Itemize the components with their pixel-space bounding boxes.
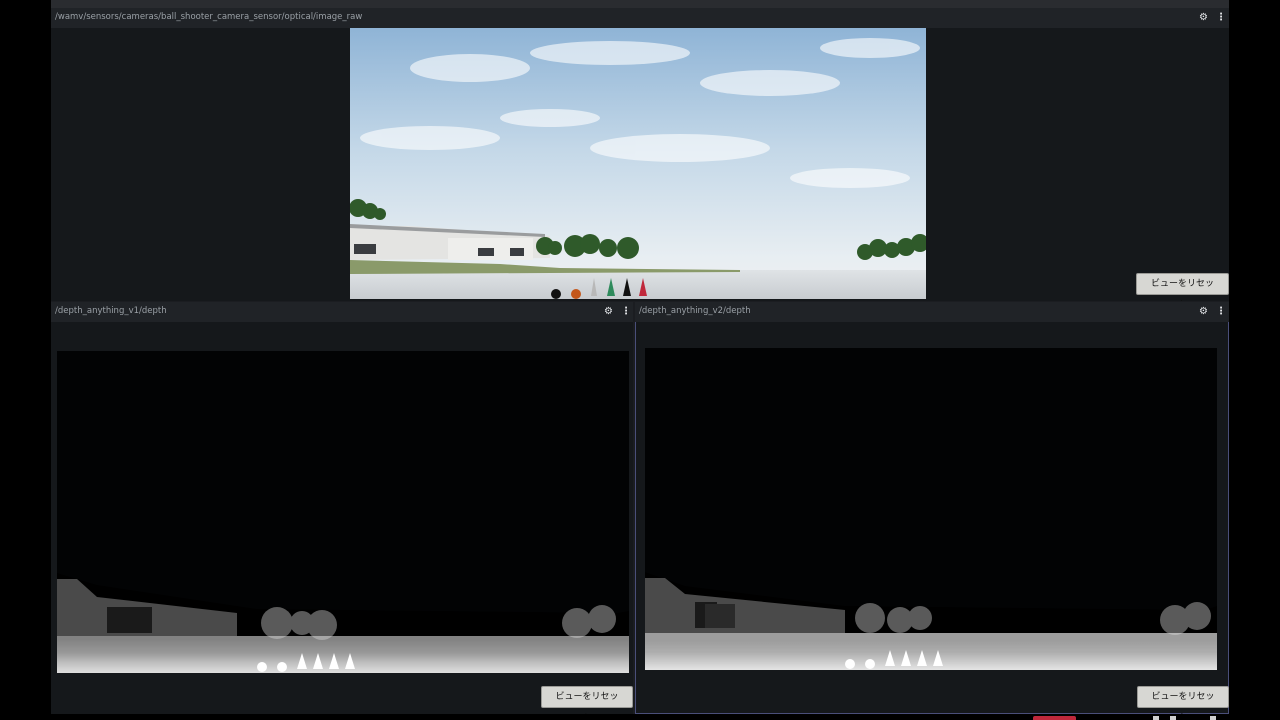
- panel-header: /depth_anything_v1/depth ⚙ ⋮: [51, 302, 633, 322]
- settings-gear-icon[interactable]: ⚙: [1199, 12, 1208, 24]
- panel-topic-title: /depth_anything_v2/depth: [639, 306, 751, 316]
- depth-v2-image[interactable]: [645, 348, 1217, 670]
- reset-view-button[interactable]: ビューをリセット: [1136, 273, 1229, 301]
- reset-view-button[interactable]: ビューをリセット: [541, 686, 633, 714]
- top-strip: [51, 0, 1229, 8]
- depth-v1-image[interactable]: [57, 351, 629, 673]
- taskbar-recording-indicator[interactable]: [1033, 716, 1076, 720]
- taskbar: [0, 714, 1280, 720]
- camera-scene-graphic: [350, 28, 926, 299]
- panel-topic-title: /wamv/sensors/cameras/ball_shooter_camer…: [55, 12, 363, 22]
- more-menu-icon[interactable]: ⋮: [1216, 12, 1226, 24]
- taskbar-app-icon[interactable]: [1170, 716, 1176, 720]
- reset-view-button[interactable]: ビューをリセット: [1137, 686, 1229, 714]
- taskbar-app-icon[interactable]: [1210, 716, 1216, 720]
- camera-image-panel[interactable]: /wamv/sensors/cameras/ball_shooter_camer…: [51, 8, 1229, 301]
- panel-header: /depth_anything_v2/depth ⚙ ⋮: [635, 302, 1229, 322]
- camera-image[interactable]: [350, 28, 926, 299]
- panel-topic-title: /depth_anything_v1/depth: [55, 306, 167, 316]
- depth-map-graphic: [57, 351, 629, 673]
- depth-map-graphic: [645, 348, 1217, 670]
- settings-gear-icon[interactable]: ⚙: [1199, 306, 1208, 318]
- more-menu-icon[interactable]: ⋮: [1216, 306, 1226, 318]
- settings-gear-icon[interactable]: ⚙: [604, 306, 613, 318]
- panel-header: /wamv/sensors/cameras/ball_shooter_camer…: [51, 8, 1229, 28]
- image-viewer-app: /wamv/sensors/cameras/ball_shooter_camer…: [51, 0, 1229, 720]
- taskbar-app-icon[interactable]: [1153, 716, 1159, 720]
- depth-v1-panel[interactable]: /depth_anything_v1/depth ⚙ ⋮ ビューをリセッ: [51, 302, 633, 714]
- more-menu-icon[interactable]: ⋮: [621, 306, 631, 318]
- depth-v2-panel[interactable]: /depth_anything_v2/depth ⚙ ⋮ ビューをリセッ: [635, 302, 1229, 714]
